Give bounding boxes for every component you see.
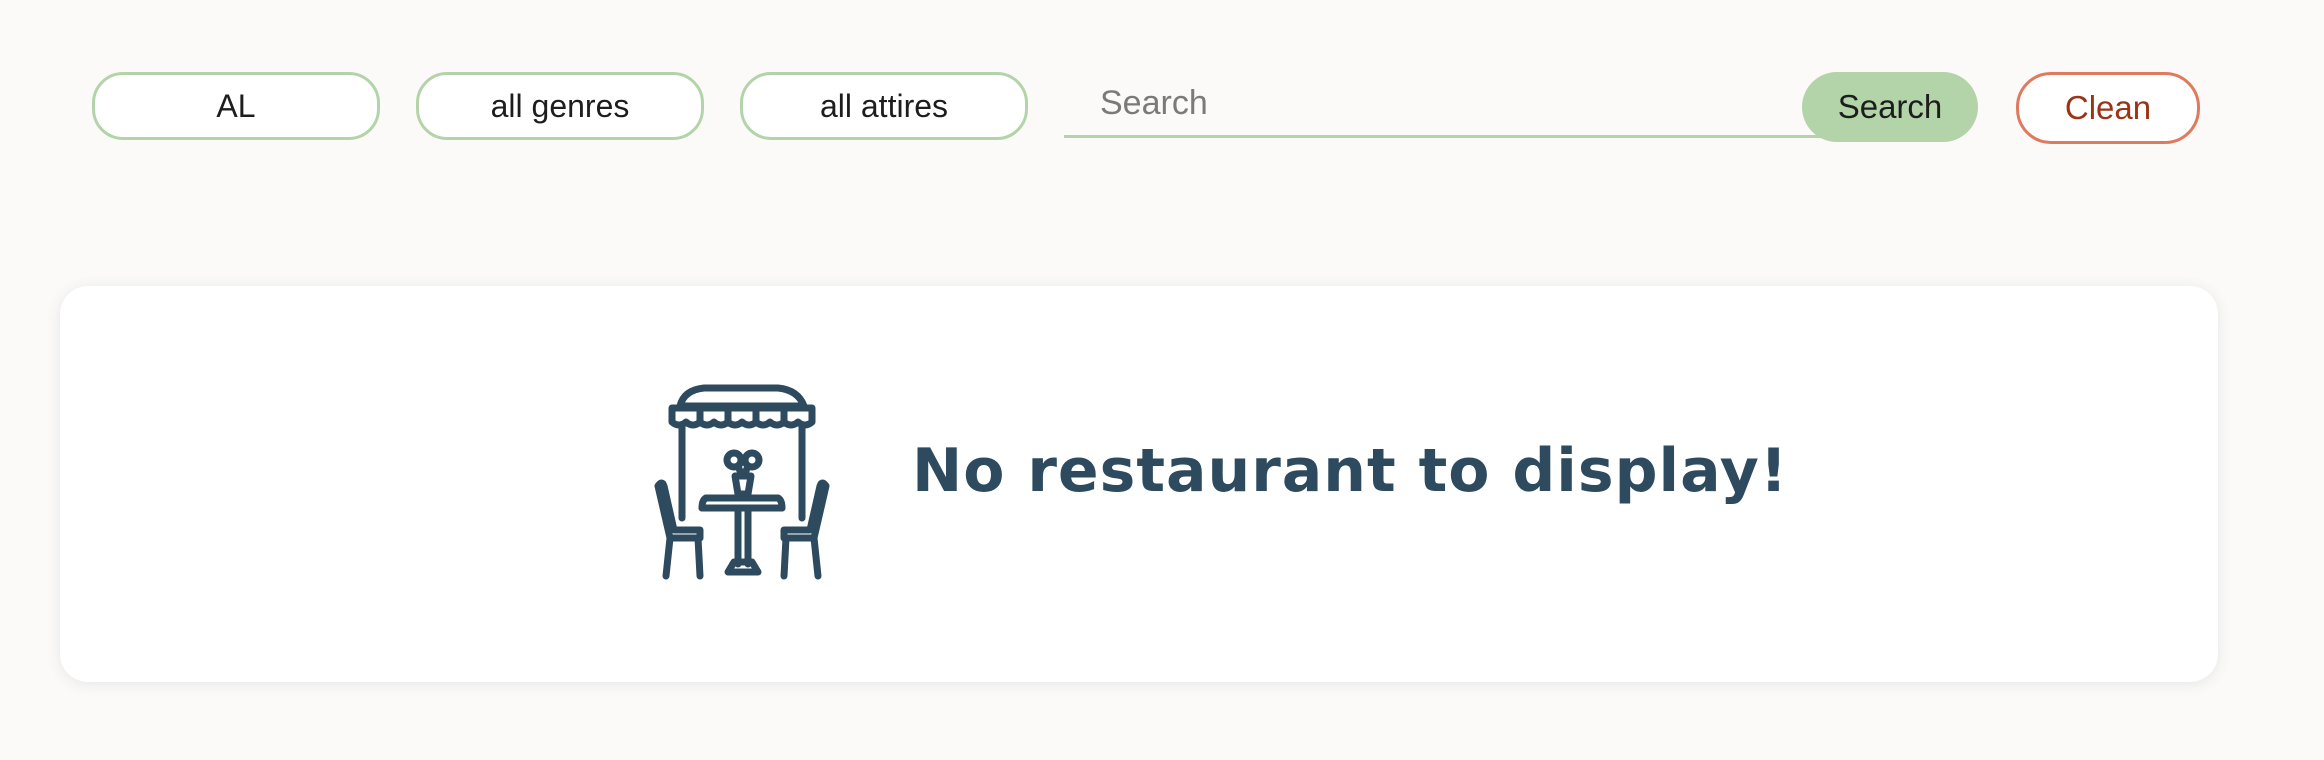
outdoor-cafe-table-icon	[654, 384, 830, 580]
state-select[interactable]: AL	[92, 72, 380, 140]
search-button[interactable]: Search	[1802, 72, 1978, 142]
empty-results-card: No restaurant to display!	[60, 286, 2218, 682]
empty-message: No restaurant to display!	[912, 436, 1789, 506]
filter-bar: AL all genres all attires Search Clean	[0, 0, 2324, 210]
clean-button[interactable]: Clean	[2016, 72, 2200, 144]
search-input[interactable]	[1064, 72, 1824, 138]
genre-select[interactable]: all genres	[416, 72, 704, 140]
search-group: Search	[1064, 72, 1978, 142]
attire-select[interactable]: all attires	[740, 72, 1028, 140]
